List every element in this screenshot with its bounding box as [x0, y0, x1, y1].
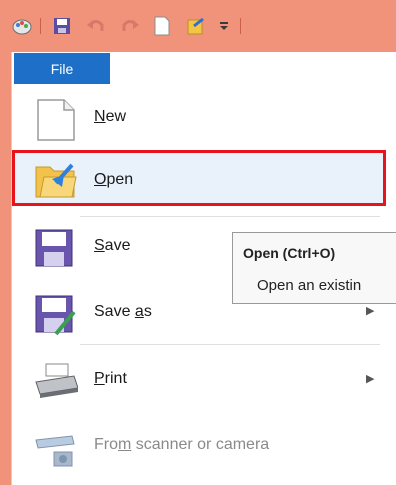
quick-access-toolbar-bar [0, 0, 396, 52]
new-document-icon[interactable] [150, 14, 174, 38]
tooltip-body: Open an existin [257, 277, 362, 294]
qat-dropdown-icon[interactable] [214, 14, 234, 38]
save-as-icon [34, 294, 78, 338]
menu-item-print[interactable]: Print ▶ [14, 348, 386, 410]
save-icon[interactable] [50, 14, 74, 38]
open-folder-icon[interactable] [184, 14, 208, 38]
menu-item-label: Save as [94, 303, 152, 320]
menu-item-label: Print [94, 370, 127, 387]
menu-item-new[interactable]: New [14, 86, 386, 148]
menu-item-label: From scanner or camera [94, 436, 270, 453]
tooltip-title: Open (Ctrl+O) [243, 245, 336, 261]
open-tooltip: Open (Ctrl+O) Open an existin [232, 232, 396, 304]
submenu-arrow-icon: ▶ [366, 372, 375, 385]
selection-highlight-box [12, 150, 386, 206]
printer-icon [34, 360, 79, 404]
submenu-arrow-icon: ▶ [366, 304, 375, 317]
menu-item-from-scanner: From scanner or camera [14, 414, 386, 476]
undo-icon[interactable] [84, 14, 108, 38]
window-left-border [0, 52, 11, 485]
paint-app-icon[interactable] [10, 14, 34, 38]
save-icon [34, 228, 78, 272]
scanner-icon [34, 426, 78, 470]
menu-item-label: New [94, 108, 127, 125]
new-document-icon [34, 98, 78, 142]
redo-icon[interactable] [118, 14, 142, 38]
file-tab[interactable]: File [14, 53, 110, 84]
menu-item-label: Save [94, 237, 131, 254]
